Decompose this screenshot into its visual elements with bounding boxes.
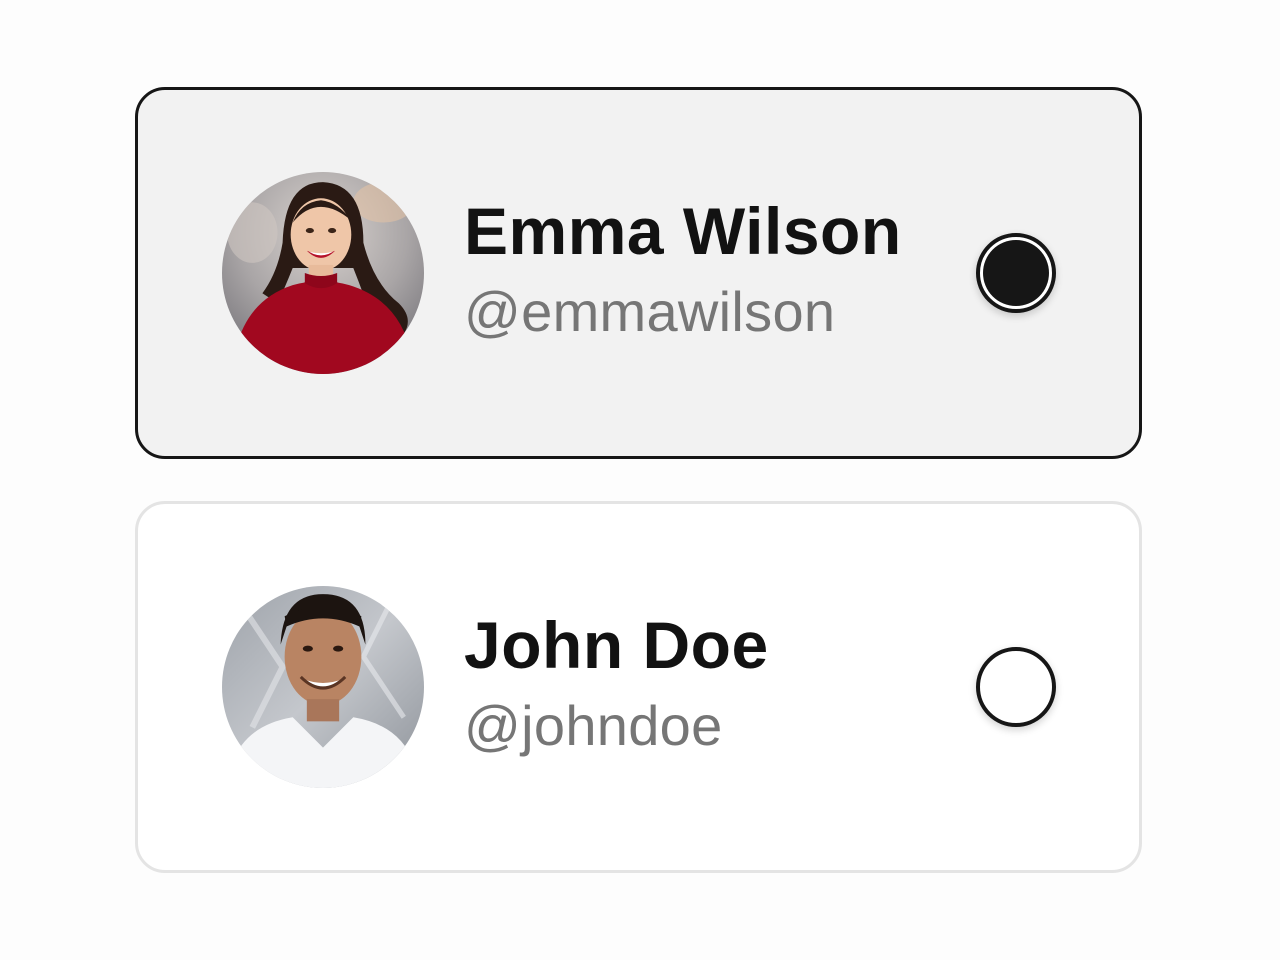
avatar	[222, 172, 424, 374]
account-handle: @emmawilson	[464, 280, 836, 343]
account-name: Emma Wilson	[464, 194, 902, 268]
account-handle: @johndoe	[464, 694, 723, 757]
account-list: Emma Wilson @emmawilson John Doe @johndo…	[135, 87, 1142, 873]
avatar-photo-man	[222, 586, 424, 788]
account-card-john-doe[interactable]: John Doe @johndoe	[135, 501, 1142, 873]
account-info: John Doe @johndoe	[464, 605, 769, 761]
account-name: John Doe	[464, 608, 769, 682]
radio-dot-icon	[983, 240, 1049, 306]
account-card-emma-wilson[interactable]: Emma Wilson @emmawilson	[135, 87, 1142, 459]
radio-button-selected[interactable]	[976, 233, 1056, 313]
avatar-photo-woman	[222, 172, 424, 374]
avatar	[222, 586, 424, 788]
radio-button-unselected[interactable]	[976, 647, 1056, 727]
account-info: Emma Wilson @emmawilson	[464, 191, 902, 347]
